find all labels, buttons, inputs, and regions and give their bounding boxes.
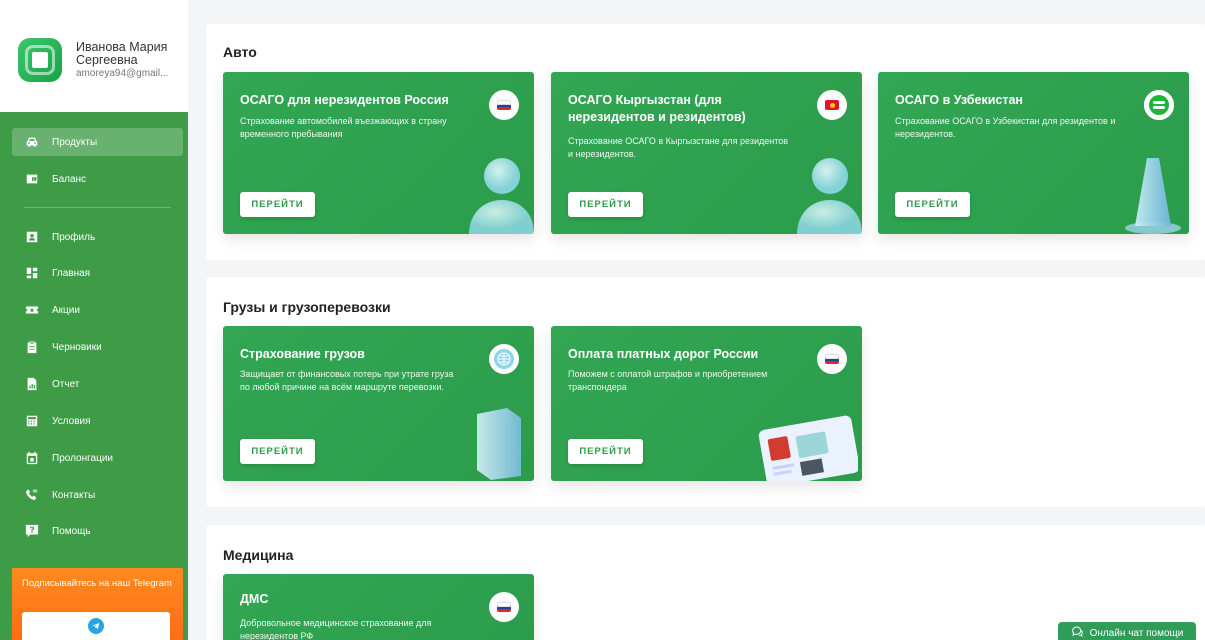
section-title: Авто xyxy=(223,44,257,60)
globe-icon xyxy=(489,344,519,374)
chat-label: Онлайн чат помощи xyxy=(1089,627,1184,639)
clipboard-icon xyxy=(25,340,39,354)
traffic-cone-illustration xyxy=(1125,158,1181,234)
help-icon xyxy=(25,524,39,538)
sidebar-item-label: Главная xyxy=(52,267,91,279)
sidebar-item-label: Помощь xyxy=(52,525,91,537)
sidebar-item-label: Пролонгации xyxy=(52,452,114,464)
card-title: ОСАГО в Узбекистан xyxy=(895,93,1023,107)
telegram-promo: Подписывайтесь на наш Telegram xyxy=(12,568,183,640)
card-title: ОСАГО для нерезидентов Россия xyxy=(240,93,449,107)
product-card-osago-uzbekistan[interactable]: ОСАГО в Узбекистан Страхование ОСАГО в У… xyxy=(878,72,1189,234)
sidebar-item-balance[interactable]: Баланс xyxy=(12,165,183,193)
phone-icon xyxy=(25,488,39,502)
card-description: Страхование ОСАГО в Кыргызстане для рези… xyxy=(568,136,789,159)
russia-flag-icon xyxy=(489,90,519,120)
wallet-icon xyxy=(25,172,39,186)
sidebar-item-products[interactable]: Продукты xyxy=(12,128,183,156)
product-card-dms[interactable]: ДМС Добровольное медицинское страхование… xyxy=(223,574,534,640)
card-description: Поможем с оплатой штрафов и приобретение… xyxy=(568,369,768,392)
report-icon xyxy=(25,377,39,391)
card-description: Добровольное медицинское страхование для… xyxy=(240,618,432,640)
calculator-icon xyxy=(25,414,39,428)
ticket-icon xyxy=(25,303,39,317)
sidebar-item-label: Черновики xyxy=(52,341,102,353)
sidebar-item-conditions[interactable]: Условия xyxy=(12,407,183,435)
card-title: Страхование грузов xyxy=(240,347,365,361)
section-medicine: Медицина ДМС Добровольное медицинское ст… xyxy=(206,525,1205,640)
user-block[interactable]: Иванова Мария Сергеевна amoreya94@gmail.… xyxy=(0,0,188,112)
sidebar-item-label: Контакты xyxy=(52,489,96,501)
sidebar-item-label: Акции xyxy=(52,304,80,316)
sidebar-item-label: Условия xyxy=(52,415,91,427)
product-card-toll-roads[interactable]: Оплата платных дорог России Поможем с оп… xyxy=(551,326,862,481)
go-button[interactable]: ПЕРЕЙТИ xyxy=(895,192,970,217)
sidebar-item-profile[interactable]: Профиль xyxy=(12,223,183,251)
app-logo xyxy=(18,38,62,82)
person-illustration xyxy=(797,158,862,234)
online-chat-button[interactable]: Онлайн чат помощи xyxy=(1058,622,1196,640)
id-card-illustration xyxy=(758,415,858,481)
go-button[interactable]: ПЕРЕЙТИ xyxy=(240,192,315,217)
go-button[interactable]: ПЕРЕЙТИ xyxy=(240,439,315,464)
russia-flag-icon xyxy=(817,344,847,374)
card-description: Страхование ОСАГО в Узбекистан для резид… xyxy=(895,116,1116,139)
telegram-button[interactable] xyxy=(22,612,170,640)
sidebar-item-label: Отчет xyxy=(52,378,80,390)
sidebar-item-renewals[interactable]: Пролонгации xyxy=(12,444,183,472)
sidebar-item-contacts[interactable]: Контакты xyxy=(12,481,183,509)
card-description: Страхование автомобилей въезжающих в стр… xyxy=(240,116,447,139)
sidebar: Иванова Мария Сергеевна amoreya94@gmail.… xyxy=(0,0,188,640)
product-card-osago-kyrgyzstan[interactable]: ОСАГО Кыргызстан (для нерезидентов и рез… xyxy=(551,72,862,234)
product-card-osago-russia[interactable]: ОСАГО для нерезидентов Россия Страховани… xyxy=(223,72,534,234)
section-title: Медицина xyxy=(223,547,294,563)
section-auto: Авто ОСАГО для нерезидентов Россия Страх… xyxy=(206,24,1205,260)
sidebar-item-home[interactable]: Главная xyxy=(12,259,183,287)
sidebar-item-promotions[interactable]: Акции xyxy=(12,296,183,324)
card-description: Защищает от финансовых потерь при утрате… xyxy=(240,369,454,392)
sidebar-item-label: Баланс xyxy=(52,173,87,185)
kyrgyzstan-flag-icon xyxy=(817,90,847,120)
user-email: amoreya94@gmail... xyxy=(76,68,169,79)
product-card-cargo-insurance[interactable]: Страхование грузов Защищает от финансовы… xyxy=(223,326,534,481)
sidebar-item-report[interactable]: Отчет xyxy=(12,370,183,398)
chat-icon xyxy=(1071,625,1084,640)
user-name: Иванова Мария Сергеевна xyxy=(76,40,168,67)
dashboard-icon xyxy=(25,266,39,280)
card-title: Оплата платных дорог России xyxy=(568,347,759,361)
go-button[interactable]: ПЕРЕЙТИ xyxy=(568,439,643,464)
section-title: Грузы и грузоперевозки xyxy=(223,299,391,315)
sidebar-item-label: Профиль xyxy=(52,231,96,243)
uzbekistan-flag-icon xyxy=(1144,90,1174,120)
section-cargo: Грузы и грузоперевозки Страхование грузо… xyxy=(206,277,1205,507)
telegram-icon xyxy=(88,618,104,634)
nav-divider xyxy=(24,207,171,208)
sidebar-item-label: Продукты xyxy=(52,136,98,148)
person-illustration xyxy=(469,158,534,234)
box-illustration xyxy=(477,408,521,480)
sidebar-item-drafts[interactable]: Черновики xyxy=(12,333,183,361)
car-icon xyxy=(25,135,39,149)
card-title: ОСАГО Кыргызстан (для нерезидентов и рез… xyxy=(568,93,746,124)
sidebar-item-help[interactable]: Помощь xyxy=(12,517,183,545)
telegram-promo-text: Подписывайтесь на наш Telegram xyxy=(22,578,172,589)
calendar-icon xyxy=(25,451,39,465)
profile-icon xyxy=(25,230,39,244)
card-title: ДМС xyxy=(240,592,269,606)
sidebar-nav: Продукты Баланс Профиль Главная Акции Че… xyxy=(0,112,188,640)
go-button[interactable]: ПЕРЕЙТИ xyxy=(568,192,643,217)
russia-flag-icon xyxy=(489,592,519,622)
